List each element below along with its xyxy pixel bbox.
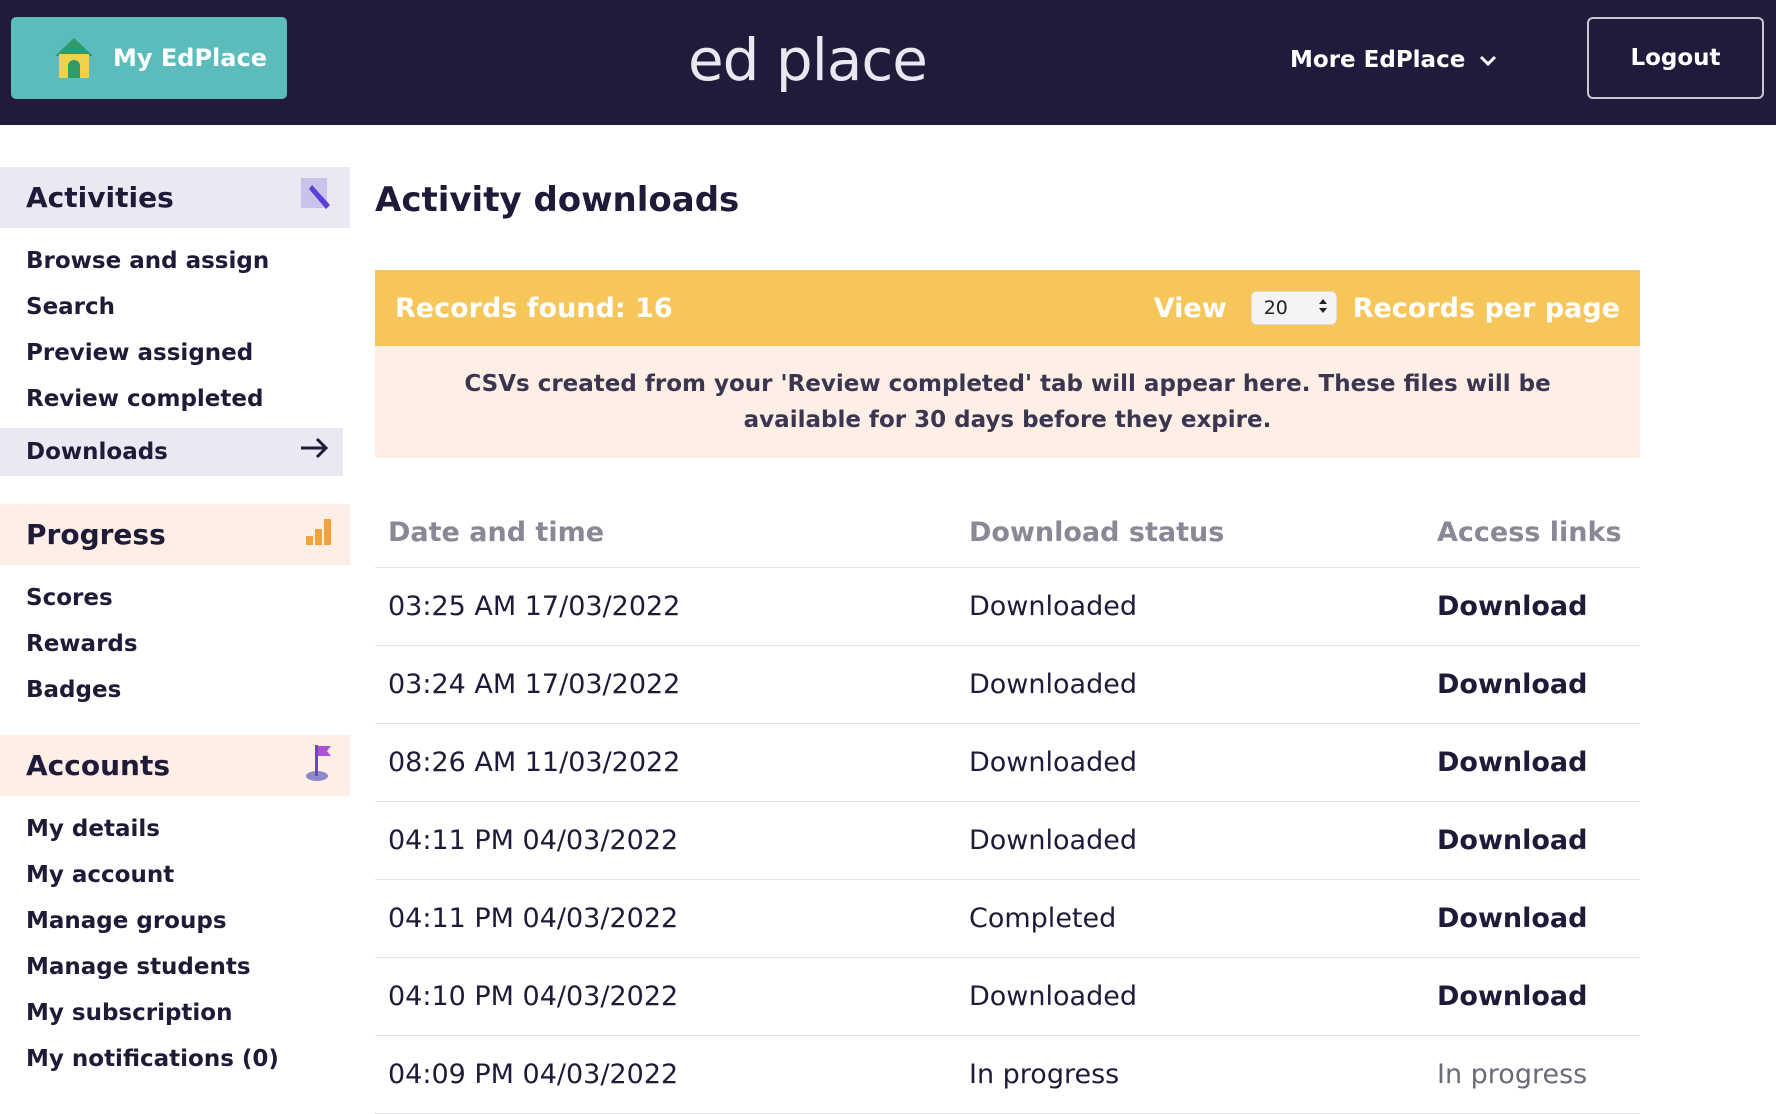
sidebar-section-activities[interactable]: Activities	[0, 167, 350, 228]
row-datetime: 08:26 AM 11/03/2022	[388, 747, 681, 778]
column-header-links: Access links	[1437, 517, 1622, 548]
table-row: 04:09 PM 04/03/2022 In progress In progr…	[375, 1036, 1640, 1114]
page-title: Activity downloads	[375, 180, 740, 220]
row-status: Downloaded	[969, 747, 1137, 778]
records-per-page-label: Records per page	[1352, 292, 1620, 324]
section-title: Progress	[26, 518, 166, 551]
my-edplace-button[interactable]: My EdPlace	[11, 17, 287, 99]
row-status: Downloaded	[969, 669, 1137, 700]
sidebar-item-manage-groups[interactable]: Manage groups	[0, 898, 350, 944]
table-row: 04:11 PM 04/03/2022 Downloaded Download	[375, 802, 1640, 880]
row-datetime: 03:24 AM 17/03/2022	[388, 669, 681, 700]
section-title: Accounts	[26, 749, 171, 782]
row-status: Completed	[969, 903, 1117, 934]
table-row: 04:11 PM 04/03/2022 Completed Download	[375, 880, 1640, 958]
downloads-table: Date and time Download status Access lin…	[375, 498, 1640, 1114]
sidebar-item-scores[interactable]: Scores	[0, 575, 350, 621]
flag-icon	[304, 742, 334, 789]
section-title: Activities	[26, 181, 174, 214]
chevron-down-icon	[1479, 47, 1497, 73]
sidebar-item-downloads[interactable]: Downloads	[0, 428, 343, 476]
sidebar-section-accounts[interactable]: Accounts	[0, 735, 350, 796]
records-per-page-select[interactable]: 20	[1250, 291, 1337, 325]
sidebar-section-progress[interactable]: Progress	[0, 504, 350, 565]
sidebar: Activities Browse and assign Search Prev…	[0, 167, 350, 1082]
arrow-right-icon	[299, 428, 329, 476]
select-value: 20	[1263, 297, 1288, 319]
sidebar-item-label: Downloads	[26, 439, 168, 465]
my-edplace-label: My EdPlace	[113, 44, 267, 72]
row-datetime: 03:25 AM 17/03/2022	[388, 591, 681, 622]
main-content: Activity downloads Records found: 16 Vie…	[375, 160, 1640, 1114]
records-bar: Records found: 16 View 20 Records per pa…	[375, 270, 1640, 346]
info-message: CSVs created from your 'Review completed…	[375, 346, 1640, 458]
table-header: Date and time Download status Access lin…	[375, 498, 1640, 568]
download-link[interactable]: Download	[1437, 669, 1587, 700]
select-arrows-icon	[1318, 297, 1328, 320]
sidebar-item-manage-students[interactable]: Manage students	[0, 944, 350, 990]
sidebar-item-search[interactable]: Search	[0, 284, 350, 330]
bar-chart-icon	[304, 516, 334, 553]
more-edplace-label: More EdPlace	[1290, 47, 1466, 73]
link-status-text: In progress	[1437, 1059, 1588, 1090]
pencil-icon	[300, 177, 334, 218]
sidebar-item-my-subscription[interactable]: My subscription	[0, 990, 350, 1036]
row-status: Downloaded	[969, 981, 1137, 1012]
column-header-datetime: Date and time	[388, 517, 605, 548]
records-found: Records found: 16	[395, 292, 673, 324]
more-edplace-menu[interactable]: More EdPlace	[1290, 40, 1497, 80]
row-datetime: 04:11 PM 04/03/2022	[388, 903, 679, 934]
row-status: Downloaded	[969, 825, 1137, 856]
sidebar-item-browse-assign[interactable]: Browse and assign	[0, 238, 350, 284]
top-header: My EdPlace ed place More EdPlace Logout	[0, 0, 1776, 125]
sidebar-item-badges[interactable]: Badges	[0, 667, 350, 713]
download-link[interactable]: Download	[1437, 747, 1587, 778]
table-row: 03:24 AM 17/03/2022 Downloaded Download	[375, 646, 1640, 724]
sidebar-item-my-notifications[interactable]: My notifications (0)	[0, 1036, 350, 1082]
sidebar-item-rewards[interactable]: Rewards	[0, 621, 350, 667]
download-link[interactable]: Download	[1437, 903, 1587, 934]
download-link[interactable]: Download	[1437, 825, 1587, 856]
sidebar-item-review-completed[interactable]: Review completed	[0, 376, 350, 422]
table-row: 08:26 AM 11/03/2022 Downloaded Download	[375, 724, 1640, 802]
edplace-logo[interactable]: ed place	[688, 20, 928, 100]
row-datetime: 04:10 PM 04/03/2022	[388, 981, 679, 1012]
logout-button[interactable]: Logout	[1587, 17, 1764, 99]
row-status: Downloaded	[969, 591, 1137, 622]
sidebar-item-my-details[interactable]: My details	[0, 806, 350, 852]
row-datetime: 04:11 PM 04/03/2022	[388, 825, 679, 856]
row-datetime: 04:09 PM 04/03/2022	[388, 1059, 679, 1090]
download-link[interactable]: Download	[1437, 591, 1587, 622]
view-label: View	[1153, 292, 1227, 324]
table-row: 04:10 PM 04/03/2022 Downloaded Download	[375, 958, 1640, 1036]
sidebar-item-my-account[interactable]: My account	[0, 852, 350, 898]
column-header-status: Download status	[969, 517, 1225, 548]
sidebar-item-preview-assigned[interactable]: Preview assigned	[0, 330, 350, 376]
download-link[interactable]: Download	[1437, 981, 1587, 1012]
row-status: In progress	[969, 1059, 1120, 1090]
table-row: 03:25 AM 17/03/2022 Downloaded Download	[375, 568, 1640, 646]
house-icon	[53, 36, 95, 80]
